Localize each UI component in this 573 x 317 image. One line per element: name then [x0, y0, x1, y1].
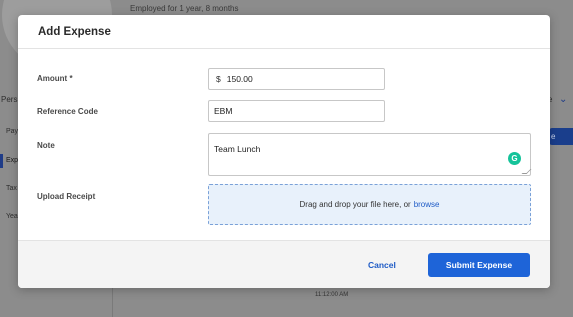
background-action-button: e — [549, 128, 573, 145]
sidebar-item-year: Yea — [6, 213, 18, 220]
note-textarea[interactable]: Team Lunch G — [208, 133, 532, 176]
receipt-dropzone[interactable]: Drag and drop your file here, or browse — [208, 184, 531, 225]
browse-link[interactable]: browse — [414, 200, 440, 209]
dropzone-instruction: Drag and drop your file here, or — [299, 200, 411, 209]
amount-value: 150.00 — [226, 74, 253, 84]
note-label: Note — [37, 141, 55, 150]
reference-code-field[interactable]: EBM — [208, 100, 385, 122]
submit-expense-button[interactable]: Submit Expense — [428, 253, 530, 277]
sidebar-item-tax: Tax — [6, 185, 17, 192]
cancel-button[interactable]: Cancel — [368, 260, 396, 270]
add-expense-modal: Add Expense Amount * $ 150.00 Reference … — [18, 15, 550, 288]
upload-receipt-label: Upload Receipt — [37, 192, 96, 201]
note-value: Team Lunch — [214, 144, 261, 154]
amount-label: Amount * — [37, 74, 73, 83]
employment-duration: Employed for 1 year, 8 months — [130, 4, 239, 13]
modal-title: Add Expense — [38, 25, 111, 38]
timeline-timestamp: 11:12:00 AM — [315, 292, 349, 298]
sidebar-active-indicator — [0, 154, 3, 168]
reference-code-label: Reference Code — [37, 107, 98, 116]
timeline-line — [112, 284, 113, 317]
currency-symbol: $ — [216, 74, 221, 84]
section-label: Pers — [1, 95, 18, 104]
chevron-down-icon: ⌄ — [559, 94, 568, 105]
modal-header: Add Expense — [18, 15, 550, 49]
sidebar-item-expenses: Exp — [6, 157, 19, 164]
grammarly-icon[interactable]: G — [508, 152, 521, 165]
amount-field[interactable]: $ 150.00 — [208, 68, 385, 90]
sidebar-item-pay: Pay — [6, 128, 19, 135]
resize-handle[interactable] — [521, 169, 532, 174]
reference-code-value: EBM — [214, 106, 233, 116]
modal-footer: Cancel Submit Expense — [18, 240, 550, 288]
